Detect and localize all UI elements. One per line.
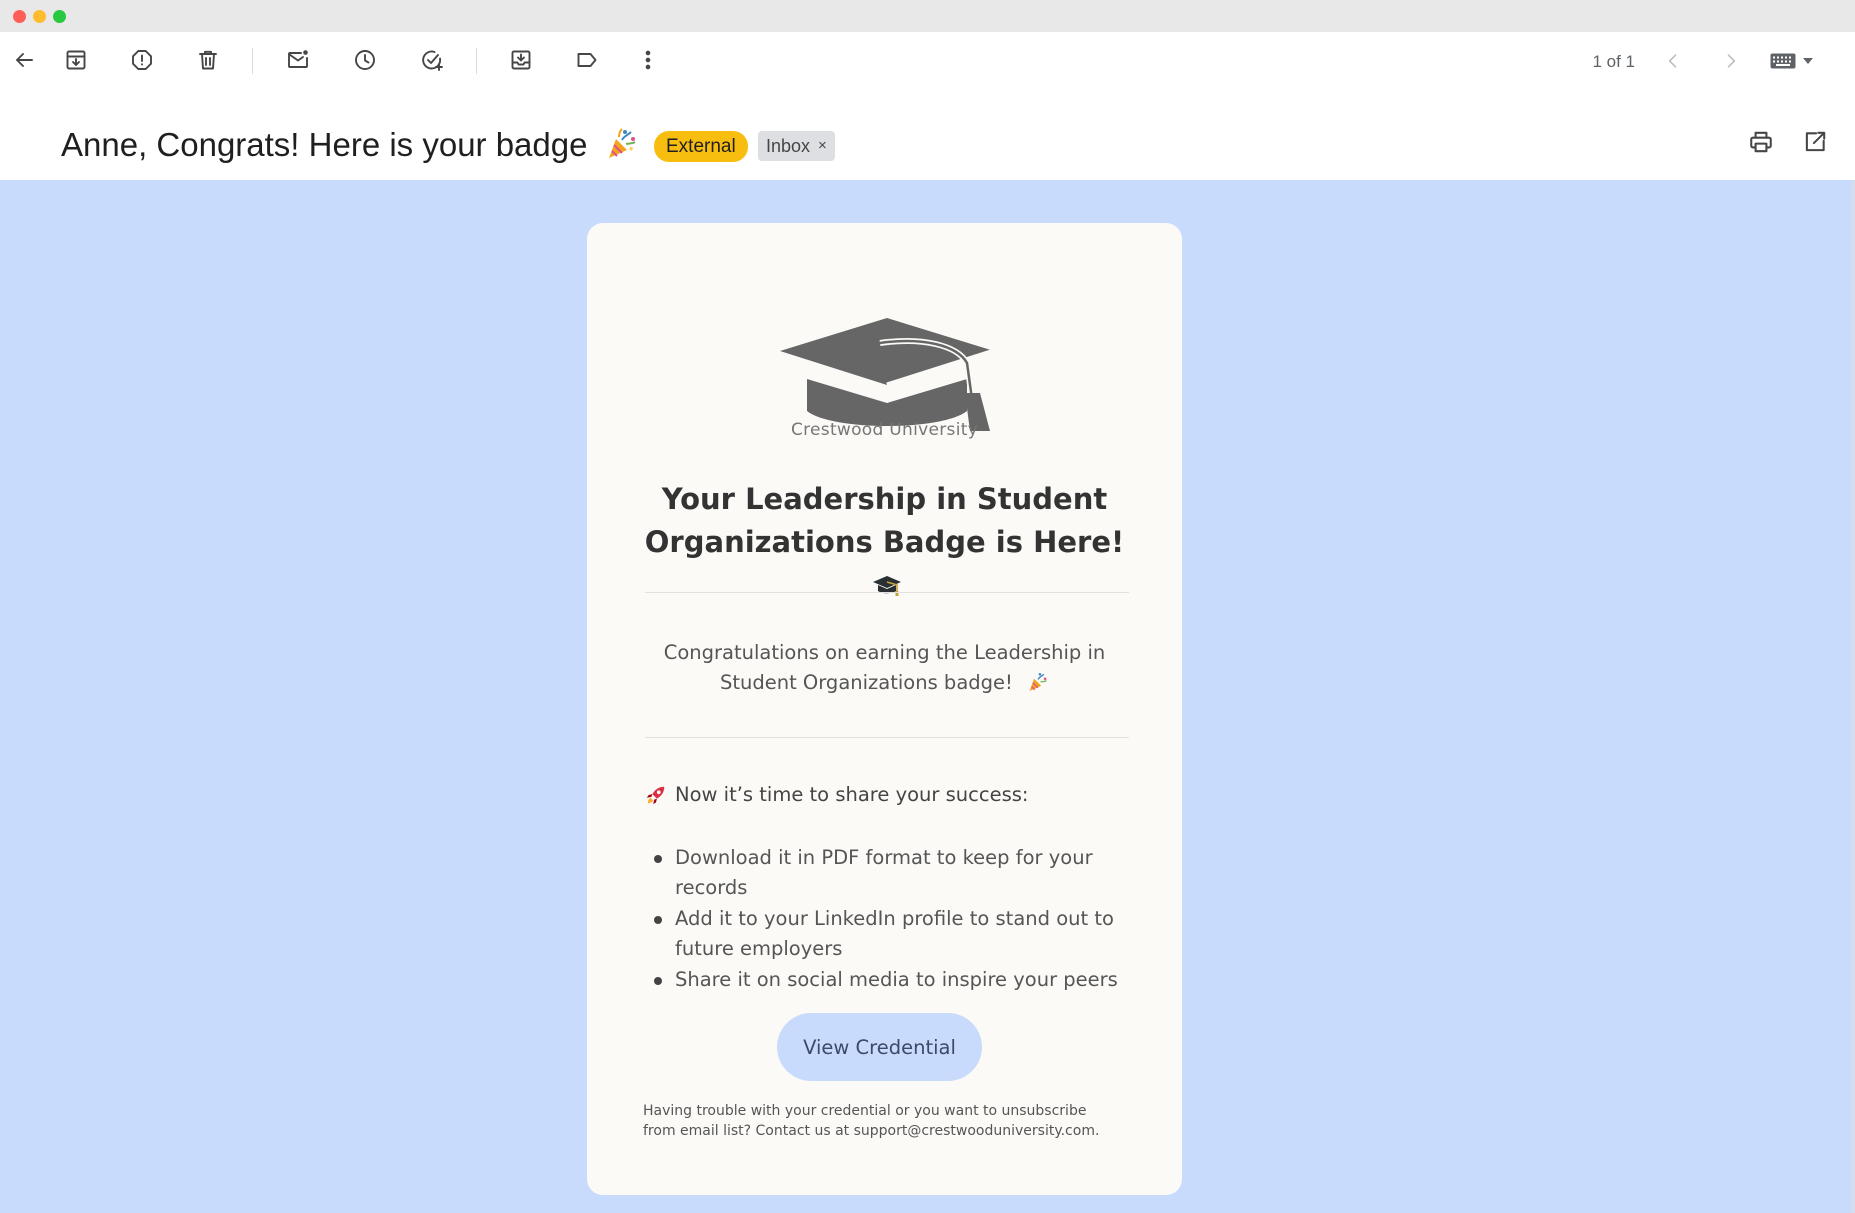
share-intro: Now it’s time to share your success: [645,783,1125,806]
list-item: Download it in PDF format to keep for yo… [652,843,1122,903]
open-in-new-window-button[interactable] [1797,124,1833,160]
caret-down-icon [1803,58,1813,64]
toolbar-divider [476,48,477,74]
toolbar: 1 of 1 [0,32,1855,86]
add-task-icon [422,50,443,71]
mark-unread-icon [288,50,308,68]
rocket-icon [646,786,665,804]
congrats-message: Congratulations on earning the Leadershi… [647,638,1122,698]
close-window-button[interactable] [13,10,26,23]
support-email-link[interactable]: support@crestwooduniversity.com [854,1123,1095,1139]
party-popper-icon [608,128,636,159]
back-icon [16,53,33,67]
archive-icon [66,50,86,70]
delete-icon [199,50,217,70]
maximize-window-button[interactable] [53,10,66,23]
report-spam-icon [132,50,152,70]
more-options-button[interactable] [630,42,666,78]
add-task-button[interactable] [414,42,450,78]
subject-text: Anne, Congrats! Here is your badge [61,126,588,163]
report-spam-button[interactable] [124,42,160,78]
email-subject: Anne, Congrats! Here is your badge [61,126,639,164]
email-footer: Having trouble with your credential or y… [643,1101,1113,1141]
scrollbar[interactable] [1851,180,1855,1213]
share-intro-text: Now it’s time to share your success: [675,783,1029,806]
move-to-icon [511,50,531,70]
inbox-label: Inbox × [758,131,835,161]
footer-end: . [1094,1123,1100,1139]
more-options-icon [645,50,651,70]
keyboard-icon [1770,53,1796,69]
label-button[interactable] [569,42,605,78]
input-tools-button[interactable] [1770,47,1826,75]
print-button[interactable] [1743,124,1779,160]
chevron-left-icon [1668,54,1677,68]
divider [645,737,1129,738]
email-title-text: Your Leadership in Student Organizations… [644,482,1125,559]
back-button[interactable] [6,42,42,78]
subject-row: Anne, Congrats! Here is your badge Exter… [0,86,1855,180]
open-new-window-icon [1805,131,1826,152]
delete-button[interactable] [190,42,226,78]
party-popper-icon [1029,672,1047,691]
external-label: External [654,131,748,162]
share-list: Download it in PDF format to keep for yo… [652,843,1122,996]
email-title: Your Leadership in Student Organizations… [627,478,1142,607]
snooze-button[interactable] [347,42,383,78]
mark-unread-button[interactable] [280,42,316,78]
snooze-icon [355,50,375,70]
graduation-cap-emoji-icon [872,576,901,596]
previous-email-button[interactable] [1656,44,1690,78]
next-email-button[interactable] [1714,44,1748,78]
email-card: Crestwood University Your Leadership in … [587,223,1182,1195]
list-item: Add it to your LinkedIn profile to stand… [652,904,1122,964]
view-credential-button[interactable]: View Credential [777,1013,982,1081]
label-icon [577,53,597,67]
move-to-button[interactable] [503,42,539,78]
toolbar-divider [252,48,253,74]
print-icon [1750,131,1772,153]
remove-label-button[interactable]: × [818,131,827,161]
graduation-cap-icon [780,318,995,431]
list-item: Share it on social media to inspire your… [652,965,1122,995]
inbox-label-text: Inbox [766,136,811,156]
window-titlebar [0,0,1855,32]
pagination-count: 1 of 1 [1592,52,1635,71]
chevron-right-icon [1727,54,1736,68]
archive-button[interactable] [58,42,94,78]
minimize-window-button[interactable] [33,10,46,23]
university-name: Crestwood University [790,420,979,440]
divider [645,592,1129,593]
